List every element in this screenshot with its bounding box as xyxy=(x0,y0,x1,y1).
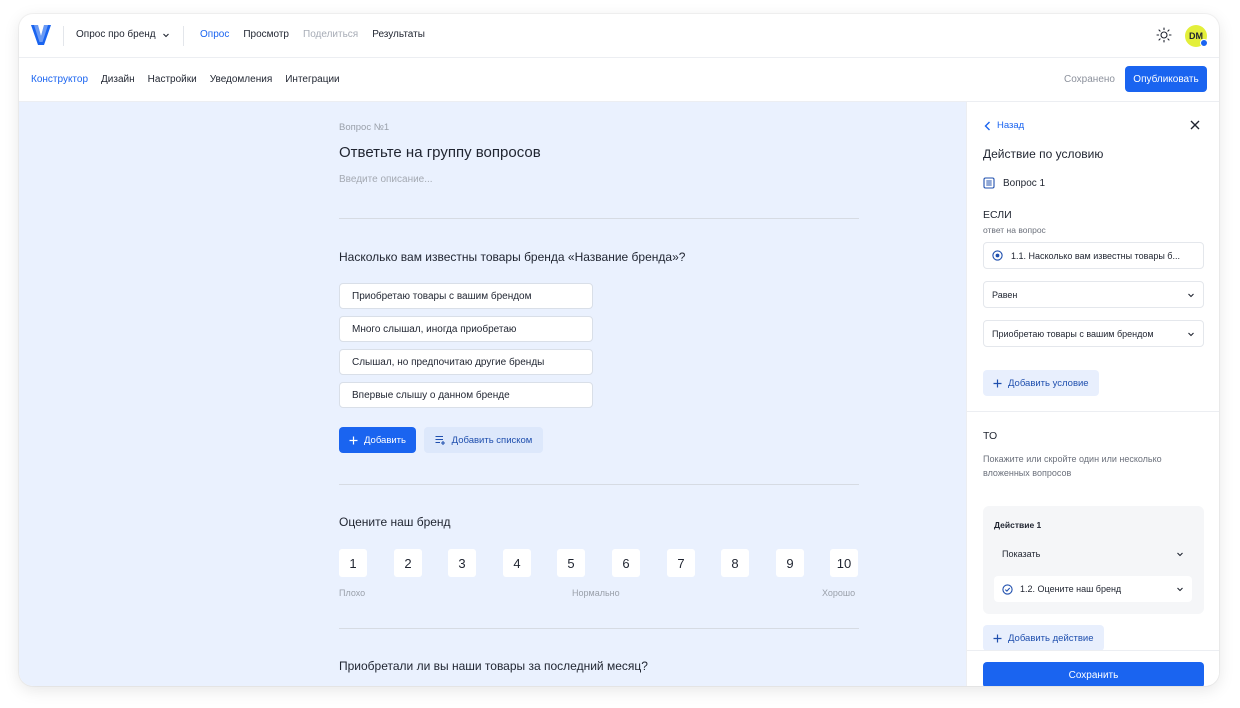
divider xyxy=(183,26,184,46)
scale-option-2[interactable]: 2 xyxy=(394,549,422,577)
chevron-down-icon xyxy=(1188,293,1194,297)
add-list-button[interactable]: Добавить списком xyxy=(424,427,543,453)
divider xyxy=(339,628,859,629)
add-condition-button[interactable]: Добавить условие xyxy=(983,370,1099,396)
question-ref-label: Вопрос 1 xyxy=(1003,177,1046,189)
operator-value: Равен xyxy=(992,289,1018,300)
back-label: Назад xyxy=(997,120,1025,131)
survey-canvas: Вопрос №1 Ответьте на группу вопросов Вв… xyxy=(19,102,966,686)
add-condition-label: Добавить условие xyxy=(1008,377,1089,389)
action-title: Действие 1 xyxy=(994,520,1042,530)
list-add-icon xyxy=(435,435,445,445)
top-bar: Опрос про бренд Опрос Просмотр Поделитьс… xyxy=(19,14,1219,58)
save-button[interactable]: Сохранить xyxy=(983,662,1204,686)
action-target-value: 1.2. Оцените наш бренд xyxy=(1020,584,1122,594)
answer-option[interactable]: Слышал, но предпочитаю другие бренды xyxy=(339,349,593,375)
subquestion-title[interactable]: Оцените наш бренд xyxy=(339,515,451,529)
condition-question-select[interactable]: 1.1. Насколько вам известны товары б... xyxy=(983,242,1204,269)
app-window: Опрос про бренд Опрос Просмотр Поделитьс… xyxy=(19,14,1219,686)
plus-icon xyxy=(349,436,358,444)
subquestion-title[interactable]: Насколько вам известны товары бренда «На… xyxy=(339,250,685,264)
logo-icon[interactable] xyxy=(29,22,53,48)
survey-selector[interactable]: Опрос про бренд xyxy=(76,29,170,40)
condition-question-value: 1.1. Насколько вам известны товары б... xyxy=(1011,250,1180,261)
answer-option[interactable]: Много слышал, иногда приобретаю xyxy=(339,316,593,342)
scale-mid-label: Нормально xyxy=(572,588,620,598)
subquestion-title[interactable]: Приобретали ли вы наши товары за последн… xyxy=(339,659,648,673)
nav-share[interactable]: Поделиться xyxy=(303,29,358,40)
scale-option-5[interactable]: 5 xyxy=(557,549,585,577)
publish-button[interactable]: Опубликовать xyxy=(1125,66,1207,92)
divider xyxy=(967,411,1219,412)
scale-option-1[interactable]: 1 xyxy=(339,549,367,577)
plus-icon xyxy=(993,379,1002,387)
scale-option-6[interactable]: 6 xyxy=(612,549,640,577)
chevron-down-icon xyxy=(162,33,169,37)
divider xyxy=(63,26,64,46)
scale-low-label: Плохо xyxy=(339,588,366,598)
scale-option-3[interactable]: 3 xyxy=(448,549,476,577)
theme-toggle-sun-icon[interactable] xyxy=(1156,27,1172,43)
add-option-button[interactable]: Добавить xyxy=(339,427,416,453)
tab-settings[interactable]: Настройки xyxy=(148,74,197,85)
divider xyxy=(339,218,859,219)
save-status: Сохранено xyxy=(1064,74,1115,85)
editor-tabs-bar: Конструктор Дизайн Настройки Уведомления… xyxy=(19,58,1219,102)
add-option-label: Добавить xyxy=(364,434,406,446)
if-subheading: ответ на вопрос xyxy=(983,225,1046,235)
divider xyxy=(339,484,859,485)
action-target-select[interactable]: 1.2. Оцените наш бренд xyxy=(994,576,1192,602)
scale-option-7[interactable]: 7 xyxy=(667,549,695,577)
question-list-icon xyxy=(983,177,995,189)
then-heading: ТО xyxy=(983,430,998,442)
back-button[interactable]: Назад xyxy=(984,120,1024,131)
answer-option[interactable]: Приобретаю товары с вашим брендом xyxy=(339,283,593,309)
action-type-select[interactable]: Показать xyxy=(994,541,1192,567)
tab-notifications[interactable]: Уведомления xyxy=(210,74,273,85)
condition-panel: Назад Действие по условию Вопрос 1 ЕСЛИ … xyxy=(966,102,1219,686)
value-select[interactable]: Приобретаю товары с вашим брендом xyxy=(983,320,1204,347)
nav-results[interactable]: Результаты xyxy=(372,29,425,40)
scale-option-8[interactable]: 8 xyxy=(721,549,749,577)
scale-option-9[interactable]: 9 xyxy=(776,549,804,577)
close-icon[interactable] xyxy=(1189,119,1201,131)
editor-tabs: Конструктор Дизайн Настройки Уведомления… xyxy=(31,74,340,85)
tab-constructor[interactable]: Конструктор xyxy=(31,74,88,85)
chevron-down-icon xyxy=(1177,552,1183,557)
action-type-value: Показать xyxy=(1002,549,1041,559)
if-heading: ЕСЛИ xyxy=(983,209,1012,221)
plus-icon xyxy=(993,634,1002,642)
value-value: Приобретаю товары с вашим брендом xyxy=(992,328,1154,339)
question-reference: Вопрос 1 xyxy=(983,177,1045,189)
tab-design[interactable]: Дизайн xyxy=(101,74,135,85)
then-description: Покажите или скройте один или несколько … xyxy=(983,454,1162,478)
scale-option-10[interactable]: 10 xyxy=(830,549,858,577)
scale-high-label: Хорошо xyxy=(822,588,856,598)
nav-survey[interactable]: Опрос xyxy=(200,29,229,40)
tab-integrations[interactable]: Интеграции xyxy=(285,74,339,85)
question-title[interactable]: Ответьте на группу вопросов xyxy=(339,144,541,161)
add-list-label: Добавить списком xyxy=(451,434,533,446)
add-action-label: Добавить действие xyxy=(1008,632,1094,644)
chevron-left-icon xyxy=(984,121,990,130)
operator-select[interactable]: Равен xyxy=(983,281,1204,308)
action-card: Действие 1 Показать 1.2. Оцените наш бре… xyxy=(983,506,1204,614)
answer-option[interactable]: Впервые слышу о данном бренде xyxy=(339,382,593,408)
status-dot xyxy=(1200,39,1208,47)
question-number: Вопрос №1 xyxy=(339,122,390,133)
panel-footer: Сохранить xyxy=(967,650,1219,686)
survey-title: Опрос про бренд xyxy=(76,29,156,40)
radio-icon xyxy=(992,250,1003,261)
scale-option-4[interactable]: 4 xyxy=(503,549,531,577)
chevron-down-icon xyxy=(1188,332,1194,336)
nav-preview[interactable]: Просмотр xyxy=(243,29,289,40)
panel-title: Действие по условию xyxy=(983,147,1104,161)
add-action-button[interactable]: Добавить действие xyxy=(983,625,1104,651)
description-field[interactable]: Введите описание... xyxy=(339,174,433,185)
check-circle-icon xyxy=(1002,583,1013,595)
top-nav: Опрос Просмотр Поделиться Результаты xyxy=(200,29,425,40)
chevron-down-icon xyxy=(1177,587,1183,592)
